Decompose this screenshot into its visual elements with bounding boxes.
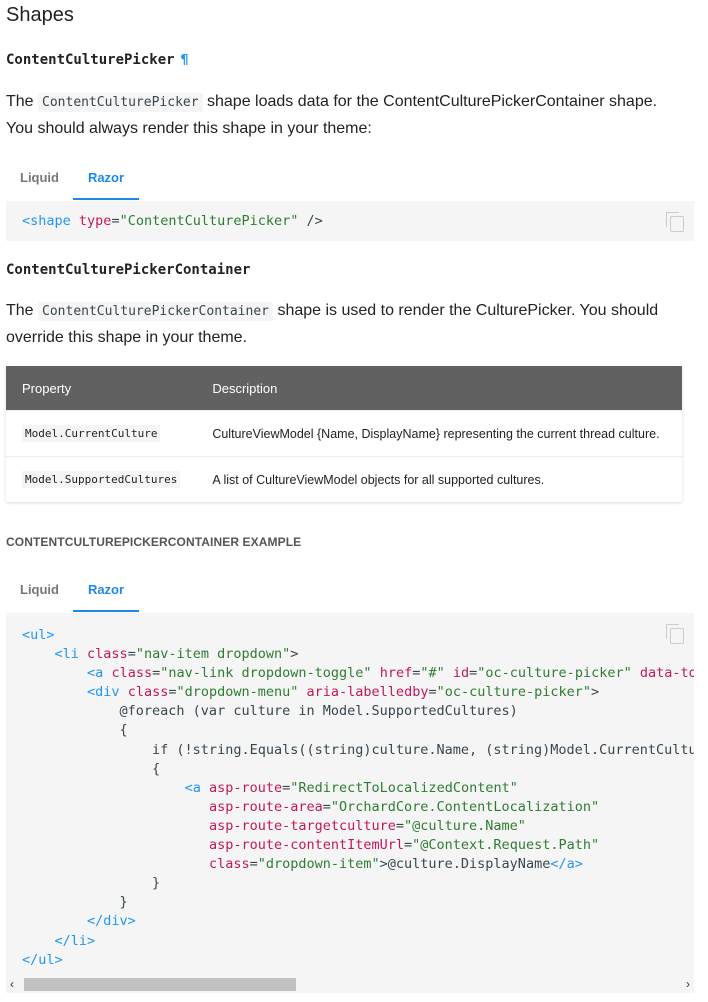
code-block-example: <ul> <li class="nav-item dropdown"> <a c…	[6, 613, 694, 976]
permalink-anchor[interactable]: ¶	[181, 53, 189, 68]
code-tabs: Liquid Razor	[6, 158, 694, 200]
tab-liquid[interactable]: Liquid	[6, 158, 73, 198]
code-block-content-culture-picker: <shape type="ContentCulturePicker" />	[6, 201, 694, 241]
description-cell: CultureViewModel {Name, DisplayName} rep…	[196, 410, 682, 457]
page-title: Shapes	[6, 4, 74, 26]
section-heading-content-culture-picker-container: ContentCulturePickerContainer	[6, 262, 251, 278]
table-row: Model.CurrentCulture CultureViewModel {N…	[6, 410, 682, 457]
example-title: CONTENTCULTUREPICKERCONTAINER EXAMPLE	[6, 535, 302, 549]
tab-liquid[interactable]: Liquid	[6, 570, 73, 610]
para-text: The	[6, 93, 39, 110]
section2-paragraph: The ContentCulturePickerContainer shape …	[6, 298, 696, 351]
description-cell: A list of CultureViewModel objects for a…	[196, 456, 682, 502]
properties-table: Property Description Model.CurrentCultur…	[6, 366, 682, 502]
scroll-left-icon[interactable]: ‹	[10, 976, 14, 993]
section-heading-content-culture-picker: ContentCulturePicker ¶	[6, 52, 188, 68]
scroll-right-icon[interactable]: ›	[686, 976, 690, 993]
copy-icon[interactable]	[666, 212, 684, 232]
property-code: Model.CurrentCulture	[22, 425, 161, 442]
tab-razor[interactable]: Razor	[73, 570, 139, 612]
inline-code: ContentCulturePicker	[38, 93, 203, 112]
horizontal-scrollbar[interactable]: ‹ ›	[6, 976, 694, 993]
example-code-tabs: Liquid Razor	[6, 570, 694, 612]
property-code: Model.SupportedCultures	[22, 471, 181, 488]
column-header-description: Description	[196, 366, 682, 411]
heading-text: ContentCulturePicker	[6, 52, 175, 68]
table-row: Model.SupportedCultures A list of Cultur…	[6, 456, 682, 502]
para-text: The	[6, 302, 39, 319]
section1-paragraph: The ContentCulturePicker shape loads dat…	[6, 89, 686, 142]
inline-code: ContentCulturePickerContainer	[38, 302, 273, 321]
tab-razor[interactable]: Razor	[73, 158, 139, 200]
column-header-property: Property	[6, 366, 197, 411]
scrollbar-thumb[interactable]	[24, 978, 296, 991]
example-code: <ul> <li class="nav-item dropdown"> <a c…	[22, 627, 694, 968]
table-header-row: Property Description	[6, 366, 682, 411]
property-cell: Model.CurrentCulture	[6, 410, 197, 457]
property-cell: Model.SupportedCultures	[6, 456, 197, 502]
